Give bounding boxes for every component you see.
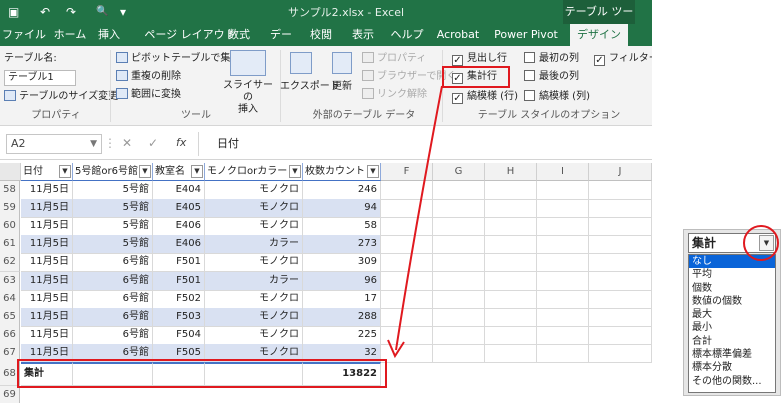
function-option[interactable]: 標本分散 [689, 361, 775, 374]
selected-function-label: 集計 [692, 236, 717, 250]
function-option[interactable]: 数値の個数 [689, 295, 775, 308]
excel-window: ▣ ↶ ↷ 🔍 ▾ サンプル2.xlsx - Excel テーブル ツール ファ… [0, 0, 652, 403]
annotation-arrow [387, 85, 443, 359]
function-options-list: なし 平均 個数 数値の個数 最大 最小 合計 標本標準偏差 標本分散 その他の関数... [688, 254, 776, 393]
highlight-dropdown-arrow [743, 225, 779, 261]
function-option[interactable]: 合計 [689, 335, 775, 348]
function-option[interactable]: 最小 [689, 321, 775, 334]
function-option[interactable]: 最大 [689, 308, 775, 321]
function-option[interactable]: その他の関数... [689, 375, 775, 388]
function-option[interactable]: 標本標準偏差 [689, 348, 775, 361]
function-option[interactable]: 個数 [689, 282, 775, 295]
function-option[interactable]: 平均 [689, 268, 775, 281]
